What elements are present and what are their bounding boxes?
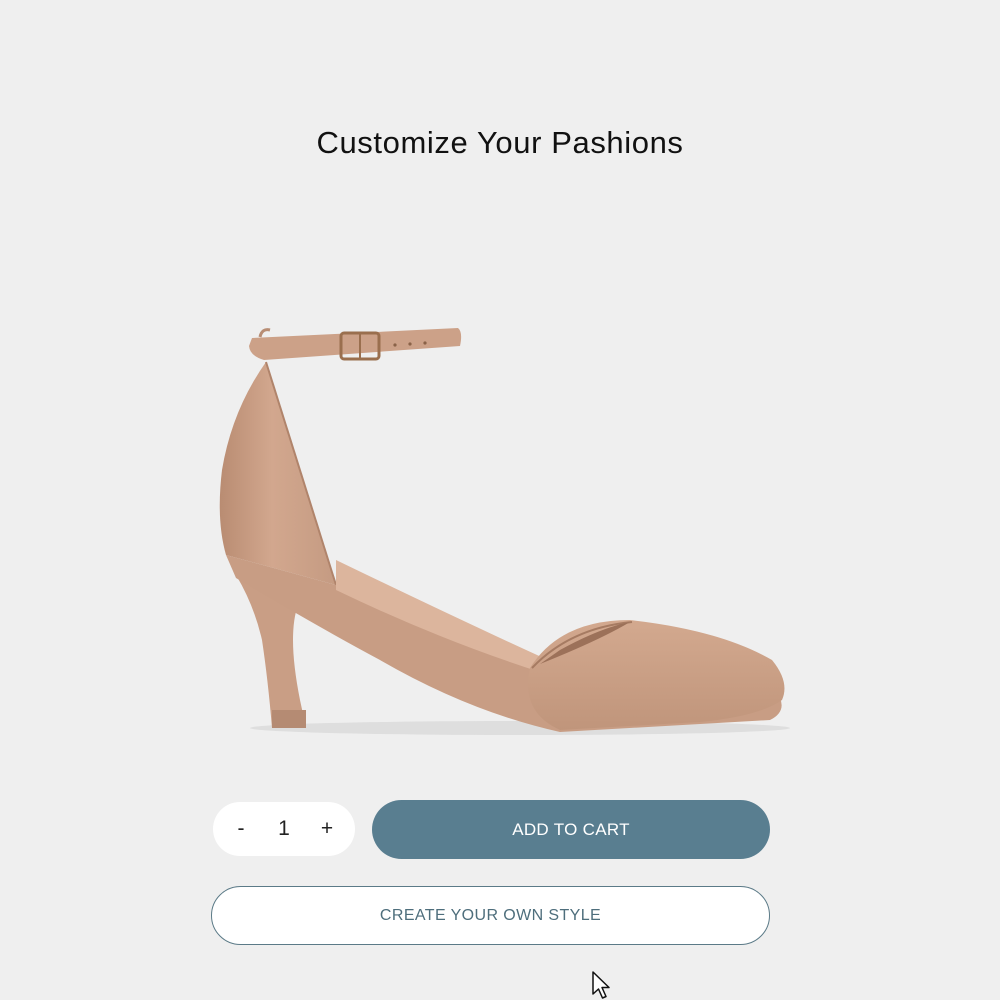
quantity-input[interactable] xyxy=(264,813,304,845)
create-your-own-style-button[interactable]: CREATE YOUR OWN STYLE xyxy=(211,886,770,945)
mouse-pointer-icon xyxy=(592,971,610,999)
page-title: Customize Your Pashions xyxy=(316,124,684,160)
shoe-product-image xyxy=(219,328,790,735)
increase-quantity-button[interactable]: + xyxy=(311,813,343,845)
add-to-cart-button[interactable]: ADD TO CART xyxy=(372,800,770,859)
decrease-quantity-button[interactable]: - xyxy=(225,813,257,845)
quantity-stepper: - + xyxy=(213,802,355,856)
